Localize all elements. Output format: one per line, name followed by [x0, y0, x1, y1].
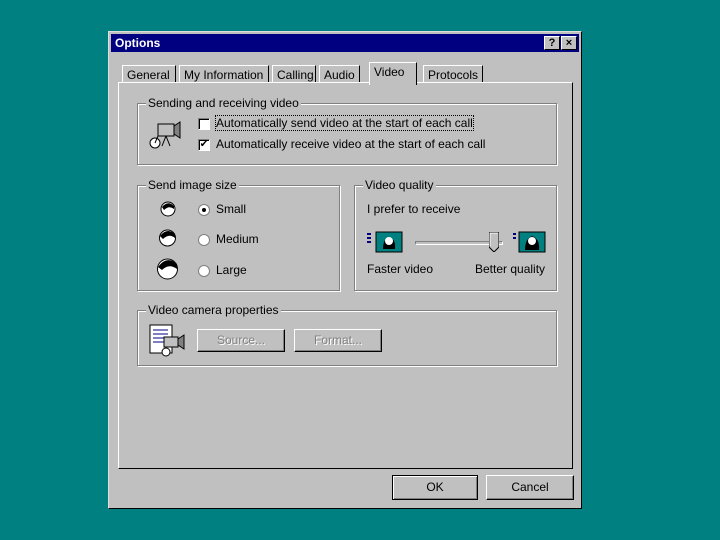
cancel-button[interactable]: Cancel — [486, 475, 574, 500]
window-title: Options — [115, 36, 161, 50]
tab-my-information[interactable]: My Information — [179, 65, 269, 83]
size-medium-label[interactable]: Medium — [216, 232, 259, 246]
size-small-radio[interactable] — [198, 204, 210, 216]
camera-properties-group: Video camera properties Source... Format… — [137, 303, 557, 366]
size-small-label[interactable]: Small — [216, 202, 246, 216]
auto-receive-label[interactable]: Automatically receive video at the start… — [216, 137, 485, 151]
camera-properties-legend: Video camera properties — [146, 303, 281, 317]
tab-audio[interactable]: Audio — [319, 65, 360, 83]
tab-protocols[interactable]: Protocols — [423, 65, 483, 83]
sending-legend: Sending and receiving video — [146, 96, 301, 110]
close-button[interactable]: × — [561, 36, 577, 50]
image-size-legend: Send image size — [146, 178, 239, 192]
size-medium-radio[interactable] — [198, 234, 210, 246]
tab-general[interactable]: General — [122, 65, 176, 83]
video-camera-icon — [149, 121, 181, 149]
small-face-icon — [160, 201, 176, 217]
auto-receive-checkbox[interactable]: ✔ — [198, 139, 210, 151]
tab-calling[interactable]: Calling — [272, 65, 316, 83]
tab-video[interactable]: Video — [369, 62, 417, 85]
size-large-radio[interactable] — [198, 265, 210, 277]
video-tab-panel: Sending and receiving video Automaticall… — [118, 82, 573, 469]
sending-group: Sending and receiving video Automaticall… — [137, 96, 557, 165]
image-size-group: Send image size Small Medium Large — [137, 178, 340, 291]
quality-prompt: I prefer to receive — [367, 202, 461, 216]
options-dialog: Options ? × General My Information Calli… — [108, 31, 582, 509]
better-quality-label: Better quality — [475, 262, 546, 276]
video-quality-legend: Video quality — [363, 178, 436, 192]
large-face-icon — [157, 258, 178, 280]
ok-button[interactable]: OK — [392, 475, 478, 500]
camera-properties-icon — [149, 324, 185, 357]
faster-video-label: Faster video — [367, 262, 434, 276]
quality-slider-thumb[interactable] — [489, 232, 500, 252]
video-quality-group: Video quality I prefer to receive Faster… — [354, 178, 557, 291]
faster-video-icon — [367, 231, 403, 253]
medium-face-icon — [159, 229, 176, 247]
auto-send-label[interactable]: Automatically send video at the start of… — [215, 115, 474, 131]
auto-send-checkbox[interactable] — [198, 118, 210, 130]
source-button[interactable]: Source... — [197, 329, 285, 352]
help-button[interactable]: ? — [544, 36, 560, 50]
title-bar[interactable]: Options ? × — [111, 34, 579, 52]
size-large-label[interactable]: Large — [216, 263, 247, 277]
better-quality-icon — [513, 231, 546, 253]
format-button[interactable]: Format... — [294, 329, 382, 352]
